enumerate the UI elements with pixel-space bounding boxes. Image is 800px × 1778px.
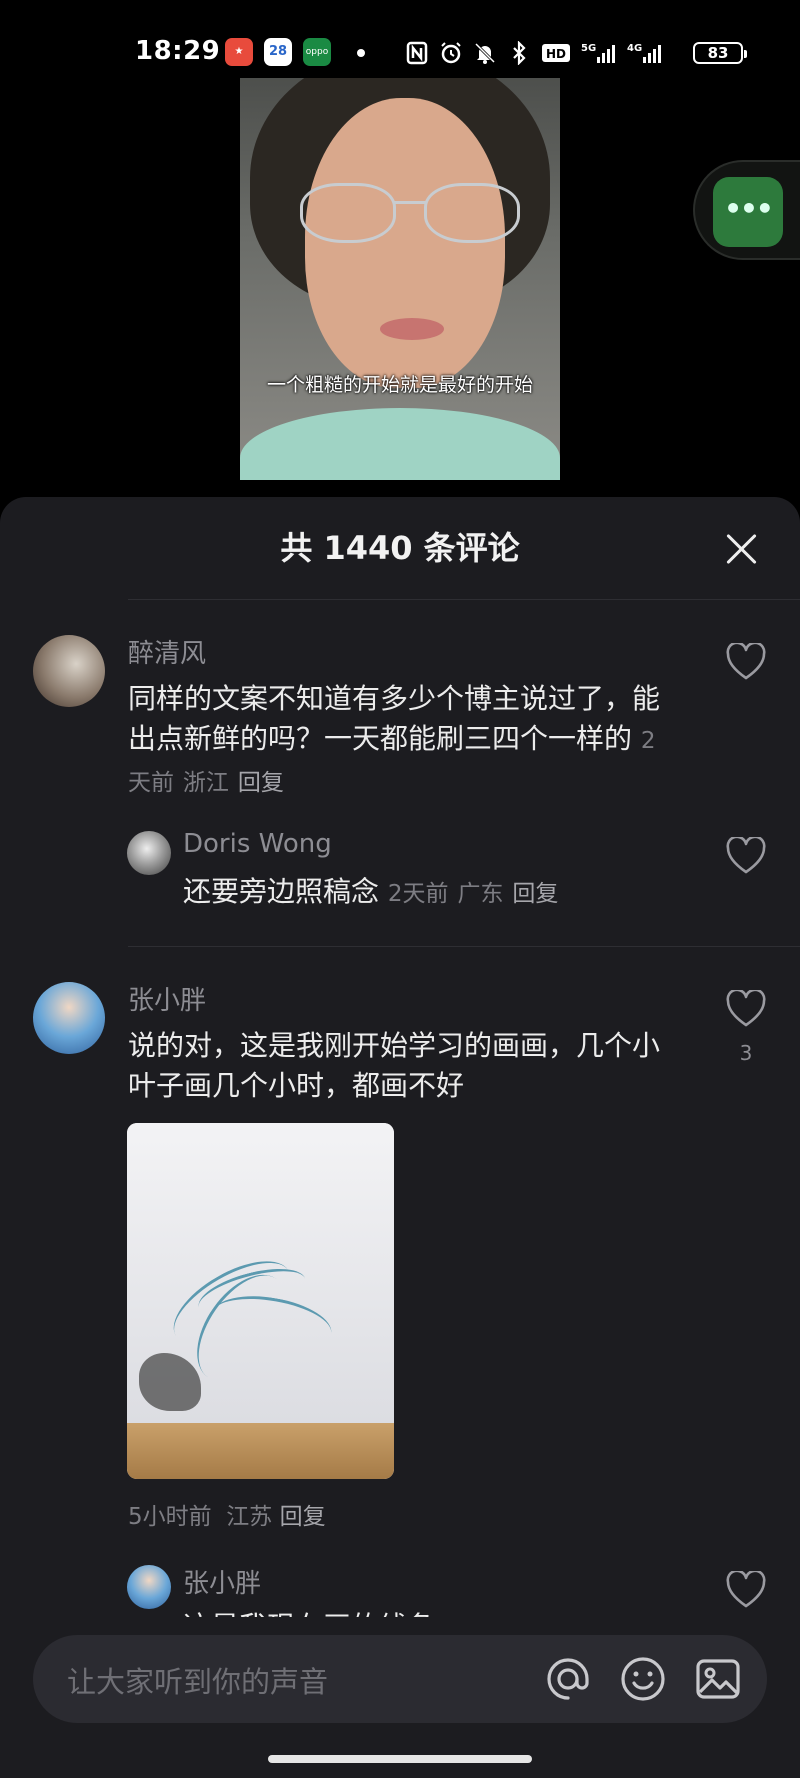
signal-5g-icon: 5G — [581, 41, 617, 65]
more-dots-icon: ••• — [713, 177, 783, 247]
comment-input-bar: 让大家听到你的声音 — [0, 1617, 800, 1737]
comment-location: 江苏 — [226, 1504, 273, 1530]
signal-4g-icon: 4G — [627, 41, 663, 65]
comment-location: 浙江 — [182, 770, 229, 796]
avatar[interactable] — [33, 982, 105, 1054]
floating-more-button[interactable]: ••• — [693, 160, 800, 260]
like-heart-icon[interactable] — [726, 835, 766, 875]
reply-username[interactable]: Doris Wong — [183, 829, 332, 859]
reply-button[interactable]: 回复 — [238, 770, 284, 796]
mute-bell-icon — [473, 41, 497, 65]
status-time: 18:29 — [135, 36, 221, 66]
comment-username[interactable]: 张小胖 — [128, 980, 206, 1017]
hd-icon: HD — [541, 41, 571, 65]
reply-time: 2天前 — [387, 881, 449, 907]
svg-text:4G: 4G — [627, 43, 642, 54]
avatar[interactable] — [33, 635, 105, 707]
comments-sheet: 共 1440 条评论 醉清风 同样的文案不知道有多少个博主说过了，能出点新鲜的吗… — [0, 497, 800, 1778]
comment-text: 说的对，这是我刚开始学习的画画，几个小叶子画几个小时，都画不好 — [128, 1029, 661, 1102]
video-player[interactable]: 一个粗糙的开始就是最好的开始 — [240, 78, 560, 480]
alarm-icon — [439, 41, 463, 65]
comment-username[interactable]: 醉清风 — [128, 633, 206, 670]
calendar-app-icon: 28 — [264, 38, 292, 66]
comment-text: 同样的文案不知道有多少个博主说过了，能出点新鲜的吗？一天都能刷三四个一样的 2天… — [128, 682, 661, 796]
comment-input[interactable]: 让大家听到你的声音 — [33, 1635, 767, 1723]
system-icons: HD 5G 4G — [405, 38, 663, 68]
like-heart-icon[interactable] — [726, 641, 766, 681]
oppo-app-icon: oppo — [303, 38, 331, 66]
notification-dot-icon — [357, 49, 365, 57]
like-heart-icon[interactable] — [726, 988, 766, 1028]
bluetooth-icon — [507, 40, 531, 66]
video-person-lips — [380, 318, 444, 340]
status-bar: 18:29 ★ 28 oppo HD 5G 4G 83 — [0, 0, 800, 80]
like-count: 3 — [739, 1041, 753, 1065]
home-indicator[interactable] — [268, 1755, 532, 1763]
reply-button[interactable]: 回复 — [512, 881, 558, 907]
reply-username[interactable]: 张小胖 — [183, 1563, 261, 1600]
avatar[interactable] — [127, 1565, 171, 1609]
sale-app-icon: ★ — [225, 38, 253, 66]
comment-image-orchid-drawing[interactable] — [127, 1123, 394, 1479]
reply-text: 还要旁边照稿念 2天前 广东 回复 — [183, 875, 559, 908]
reply-button[interactable]: 回复 — [280, 1504, 326, 1530]
video-person-face — [305, 98, 505, 388]
comment-input-placeholder: 让大家听到你的声音 — [67, 1665, 329, 1699]
like-heart-icon[interactable] — [726, 1569, 766, 1609]
mention-at-icon[interactable] — [543, 1654, 593, 1704]
divider — [128, 946, 800, 947]
svg-text:HD: HD — [546, 47, 566, 61]
emoji-icon[interactable] — [618, 1654, 668, 1704]
avatar[interactable] — [127, 831, 171, 875]
divider — [128, 599, 800, 600]
image-picker-icon[interactable] — [693, 1654, 743, 1704]
video-caption: 一个粗糙的开始就是最好的开始 — [266, 374, 533, 396]
nfc-icon — [405, 41, 429, 65]
comment-time: 5小时前 — [128, 1504, 212, 1530]
comment-meta: 5小时前 江苏 回复 — [128, 1497, 326, 1531]
close-icon[interactable] — [722, 529, 762, 569]
battery-icon: 83 — [693, 42, 747, 64]
glasses-graphic — [300, 183, 530, 243]
reply-location: 广东 — [457, 881, 504, 907]
svg-text:5G: 5G — [581, 43, 596, 54]
comments-title: 共 1440 条评论 — [280, 529, 520, 567]
